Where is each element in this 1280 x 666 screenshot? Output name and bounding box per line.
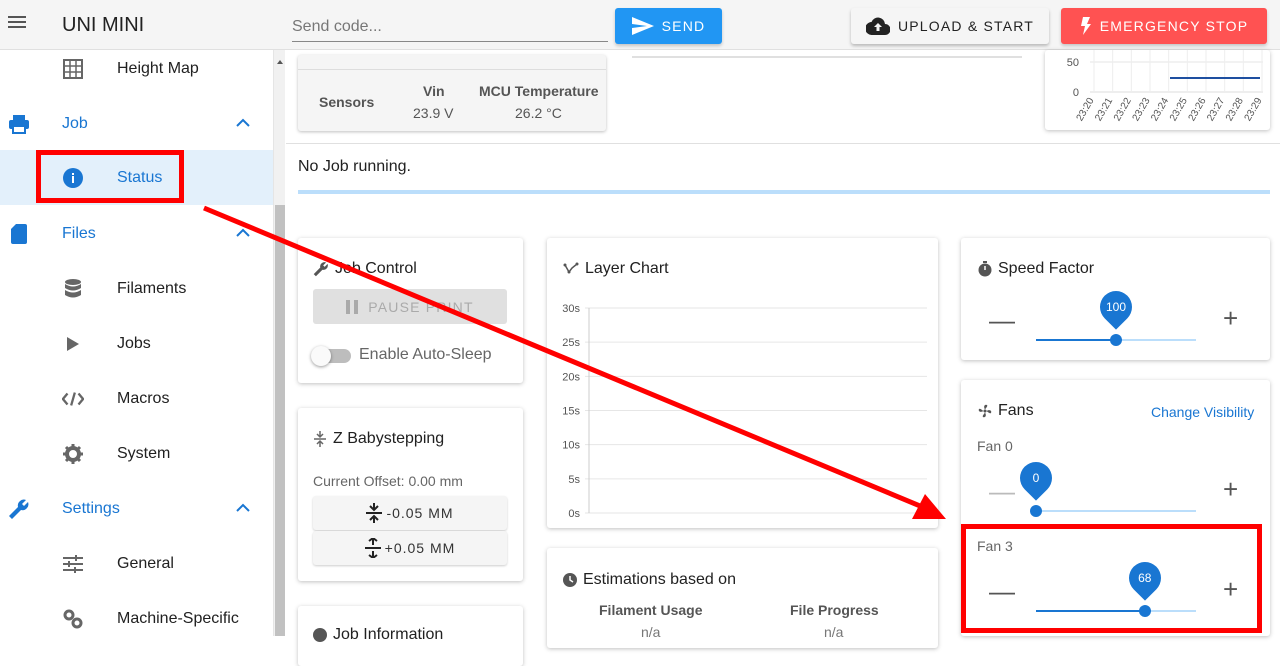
annotation-arrow (203, 205, 946, 519)
